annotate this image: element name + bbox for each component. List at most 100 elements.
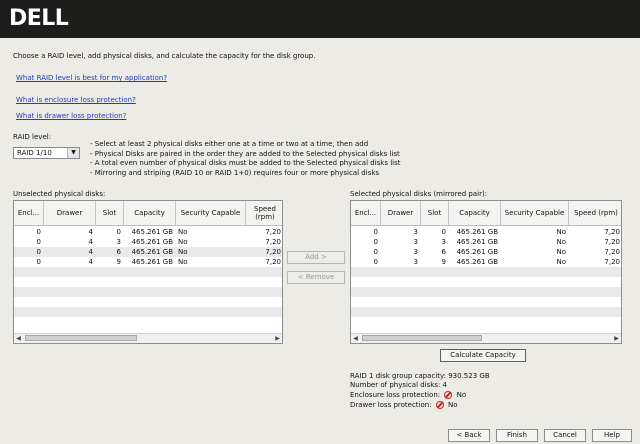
raid-note: - Physical Disks are paired in the order… <box>90 149 400 158</box>
horizontal-scrollbar[interactable]: ◀ ▶ <box>351 333 621 343</box>
raid-note: - Select at least 2 physical disks eithe… <box>90 140 369 148</box>
table-row[interactable]: 0 4 6 465.261 GB No 7,20 <box>14 247 282 257</box>
enclosure-loss-help-link[interactable]: What is enclosure loss protection? <box>16 96 136 104</box>
column-header[interactable]: Encl... <box>351 201 381 225</box>
table-cell: 465.261 GB <box>131 228 173 236</box>
table-cell: 465.261 GB <box>456 258 498 266</box>
table-cell: No <box>178 258 188 266</box>
header-bar: DELL <box>0 0 640 38</box>
table-cell: 3 <box>441 238 446 246</box>
column-header[interactable]: Security Capable <box>501 201 569 225</box>
column-header[interactable]: Capacity <box>449 201 501 225</box>
table-cell: 0 <box>36 248 41 256</box>
drawer-loss-protection: Drawer loss protection: No <box>350 400 458 410</box>
physical-disk-count: Number of physical disks: 4 <box>350 381 448 389</box>
table-cell: No <box>556 258 566 266</box>
add-button[interactable]: Add > <box>287 251 345 264</box>
table-row[interactable]: 0 4 0 465.261 GB No 7,20 <box>14 227 282 237</box>
unselected-disks-label: Unselected physical disks: <box>13 190 106 198</box>
table-cell: 465.261 GB <box>131 258 173 266</box>
table-cell: No <box>178 248 188 256</box>
table-row[interactable]: 0 3 0 465.261 GB No 7,20 <box>351 227 621 237</box>
cancel-button[interactable]: Cancel <box>544 429 586 442</box>
table-cell: 7,20 <box>604 228 620 236</box>
column-header[interactable]: Slot <box>421 201 449 225</box>
column-header[interactable]: Security Capable <box>176 201 246 225</box>
drawer-loss-value: No <box>448 401 458 409</box>
table-cell: 0 <box>373 248 378 256</box>
table-row[interactable]: 0 4 9 465.261 GB No 7,20 <box>14 257 282 267</box>
table-cell: 3 <box>413 248 418 256</box>
column-header[interactable]: Drawer <box>44 201 96 225</box>
disk-group-capacity: RAID 1 disk group capacity: 930.523 GB <box>350 372 490 380</box>
selected-disks-label: Selected physical disks (mirrored pair): <box>350 190 488 198</box>
selected-disks-table[interactable]: Encl... Drawer Slot Capacity Security Ca… <box>350 200 622 344</box>
table-row[interactable]: 0 4 3 465.261 GB No 7,20 <box>14 237 282 247</box>
enclosure-loss-label: Enclosure loss protection: <box>350 391 441 399</box>
table-header: Encl... Drawer Slot Capacity Security Ca… <box>351 201 621 226</box>
no-prohibited-icon <box>435 401 444 409</box>
table-cell: 0 <box>36 258 41 266</box>
table-cell: 3 <box>413 238 418 246</box>
drawer-loss-help-link[interactable]: What is drawer loss protection? <box>16 112 126 120</box>
raid-note: - A total even number of physical disks … <box>90 159 401 167</box>
table-cell: 6 <box>116 248 121 256</box>
table-cell: 4 <box>88 248 93 256</box>
remove-button[interactable]: < Remove <box>287 271 345 284</box>
table-cell: 465.261 GB <box>131 238 173 246</box>
scroll-left-icon[interactable]: ◀ <box>351 334 360 343</box>
column-header[interactable]: Encl... <box>14 201 44 225</box>
column-header[interactable]: Speed (rpm) <box>569 201 621 225</box>
raid-notes: - Select at least 2 physical disks eithe… <box>90 140 401 178</box>
scroll-thumb[interactable] <box>362 335 482 341</box>
table-cell: 7,20 <box>604 248 620 256</box>
table-cell: 7,20 <box>265 258 281 266</box>
table-cell: 0 <box>116 228 121 236</box>
scroll-right-icon[interactable]: ▶ <box>612 334 621 343</box>
chevron-down-icon[interactable]: ▼ <box>67 148 79 158</box>
table-cell: 0 <box>36 238 41 246</box>
column-header[interactable]: Speed (rpm) <box>246 201 282 225</box>
table-cell: 3 <box>413 228 418 236</box>
back-button[interactable]: < Back <box>448 429 490 442</box>
calculate-capacity-button[interactable]: Calculate Capacity <box>440 349 526 362</box>
raid-level-value: RAID 1/10 <box>17 149 52 157</box>
table-cell: 465.261 GB <box>456 228 498 236</box>
column-header[interactable]: Capacity <box>124 201 176 225</box>
table-cell: 7,20 <box>265 238 281 246</box>
table-cell: 7,20 <box>604 238 620 246</box>
table-cell: 4 <box>88 258 93 266</box>
table-cell: 3 <box>116 238 121 246</box>
enclosure-loss-protection: Enclosure loss protection: No <box>350 390 466 400</box>
column-header[interactable]: Drawer <box>381 201 421 225</box>
horizontal-scrollbar[interactable]: ◀ ▶ <box>14 333 282 343</box>
table-cell: 465.261 GB <box>456 248 498 256</box>
enclosure-loss-value: No <box>456 391 467 399</box>
table-row[interactable]: 0 3 6 465.261 GB No 7,20 <box>351 247 621 257</box>
table-cell: 9 <box>116 258 121 266</box>
scroll-thumb[interactable] <box>25 335 137 341</box>
dell-logo: DELL <box>9 6 69 31</box>
table-cell: 7,20 <box>265 228 281 236</box>
table-cell: No <box>178 228 188 236</box>
raid-note: - Mirroring and striping (RAID 10 or RAI… <box>90 168 380 177</box>
table-cell: 0 <box>373 258 378 266</box>
help-button[interactable]: Help <box>592 429 632 442</box>
table-cell: 0 <box>373 228 378 236</box>
unselected-disks-table[interactable]: Encl... Drawer Slot Capacity Security Ca… <box>13 200 283 344</box>
raid-level-select[interactable]: RAID 1/10 ▼ <box>13 147 80 159</box>
scroll-right-icon[interactable]: ▶ <box>273 334 282 343</box>
table-cell: 4 <box>88 228 93 236</box>
table-header: Encl... Drawer Slot Capacity Security Ca… <box>14 201 282 226</box>
table-row[interactable]: 0 3 3 465.261 GB No 7,20 <box>351 237 621 247</box>
table-row[interactable]: 0 3 9 465.261 GB No 7,20 <box>351 257 621 267</box>
table-cell: 465.261 GB <box>131 248 173 256</box>
raid-level-help-link[interactable]: What RAID level is best for my applicati… <box>16 74 167 82</box>
table-cell: 3 <box>413 258 418 266</box>
finish-button[interactable]: Finish <box>496 429 538 442</box>
column-header[interactable]: Slot <box>96 201 124 225</box>
table-cell: 465.261 GB <box>456 238 498 246</box>
drawer-loss-label: Drawer loss protection: <box>350 401 432 409</box>
scroll-left-icon[interactable]: ◀ <box>14 334 23 343</box>
table-cell: No <box>556 248 566 256</box>
